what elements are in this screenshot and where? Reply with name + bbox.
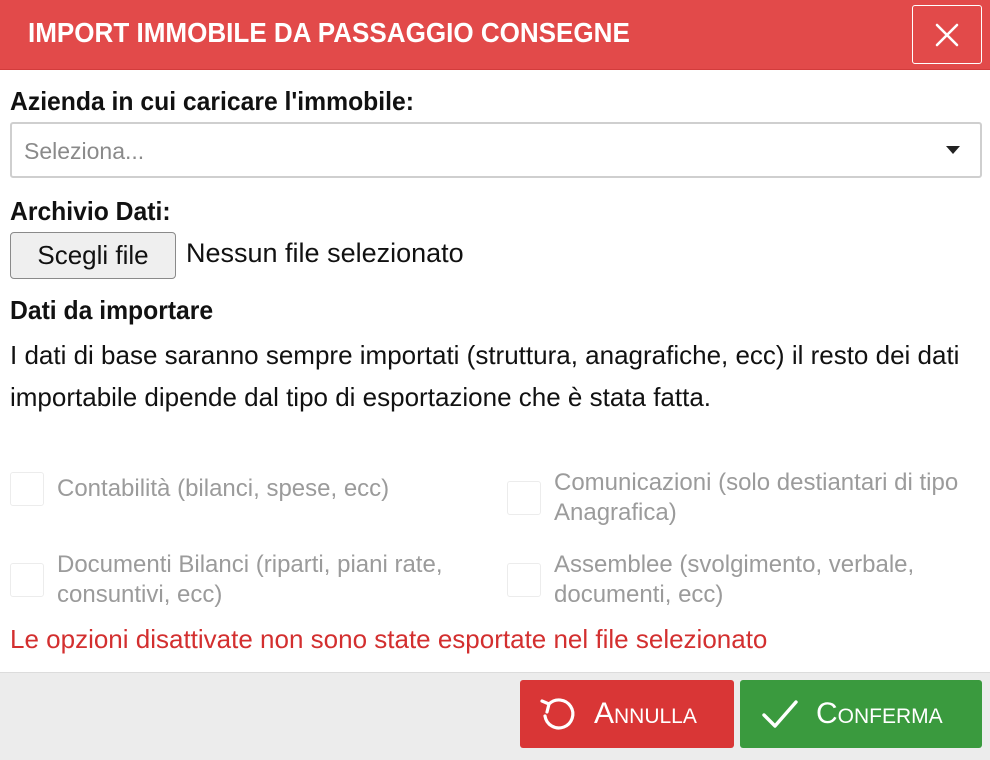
close-button[interactable] (912, 5, 982, 64)
close-icon (935, 23, 959, 46)
checkbox-comunicazioni[interactable] (507, 481, 541, 515)
checkbox-contabilita[interactable] (10, 472, 44, 506)
confirm-label: Conferma (816, 697, 943, 730)
option-label: Assemblee (svolgimento, verbale, documen… (554, 551, 915, 608)
check-icon (762, 700, 798, 728)
dialog-title: IMPORT IMMOBILE DA PASSAGGIO CONSEGNE (28, 17, 630, 48)
undo-icon (540, 698, 575, 730)
import-description: I dati di base saranno sempre importati … (10, 340, 960, 412)
caret-down-icon (946, 146, 960, 154)
cancel-button[interactable]: Annulla (520, 680, 734, 748)
checkbox-documenti-bilanci[interactable] (10, 563, 44, 597)
archive-label: Archivio Dati: (10, 196, 171, 226)
company-label: Azienda in cui caricare l'immobile: (10, 86, 414, 116)
dialog-header: IMPORT IMMOBILE DA PASSAGGIO CONSEGNE (0, 0, 990, 70)
import-title: Dati da importare (10, 295, 214, 325)
warning-message: Le opzioni disattivate non sono state es… (10, 624, 768, 654)
option-label: Documenti Bilanci (riparti, piani rate, … (57, 551, 443, 608)
company-select[interactable]: Seleziona... (10, 122, 982, 178)
option-label: Contabilità (bilanci, spese, ecc) (57, 475, 390, 502)
cancel-label: Annulla (594, 697, 697, 730)
choose-file-button[interactable]: Scegli file (10, 232, 176, 279)
checkbox-assemblee[interactable] (507, 563, 541, 597)
file-status: Nessun file selezionato (186, 238, 464, 268)
company-select-placeholder: Seleziona... (24, 138, 145, 164)
option-label: Comunicazioni (solo destiantari di tipo … (554, 469, 959, 526)
confirm-button[interactable]: Conferma (740, 680, 982, 748)
